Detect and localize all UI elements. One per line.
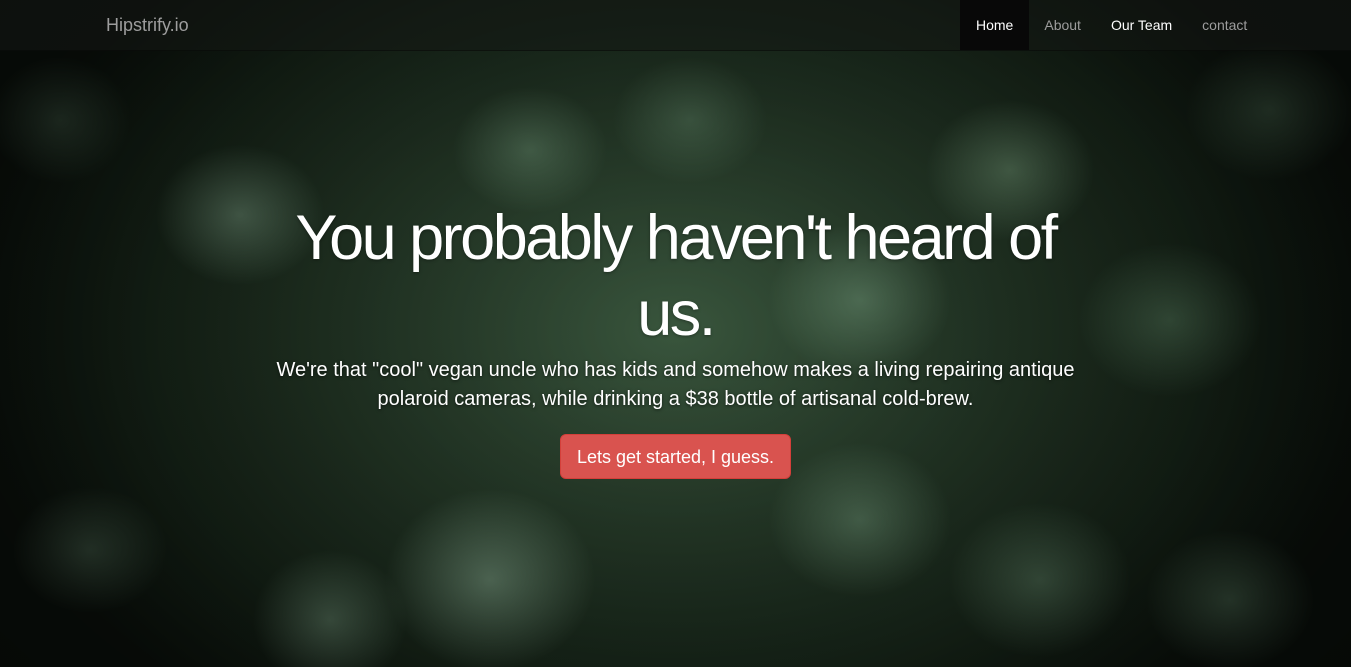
nav-item-home[interactable]: Home (960, 0, 1030, 50)
hero-lead-text: We're that "cool" vegan uncle who has ki… (276, 359, 1075, 410)
nav-item-about[interactable]: About (1029, 0, 1096, 50)
nav-menu: Home About Our Team contact (960, 0, 1262, 50)
nav-item-contact[interactable]: contact (1187, 0, 1262, 50)
hero-title: You probably haven't heard of us. (295, 203, 1058, 349)
hero-content: You probably haven't heard of us. We're … (275, 200, 1076, 479)
get-started-button[interactable]: Lets get started, I guess. (559, 434, 792, 479)
brand-link[interactable]: Hipstrify.io (106, 15, 189, 35)
navbar: Hipstrify.io Home About Our Team contact (0, 0, 1351, 51)
nav-item-our-team[interactable]: Our Team (1096, 0, 1187, 50)
